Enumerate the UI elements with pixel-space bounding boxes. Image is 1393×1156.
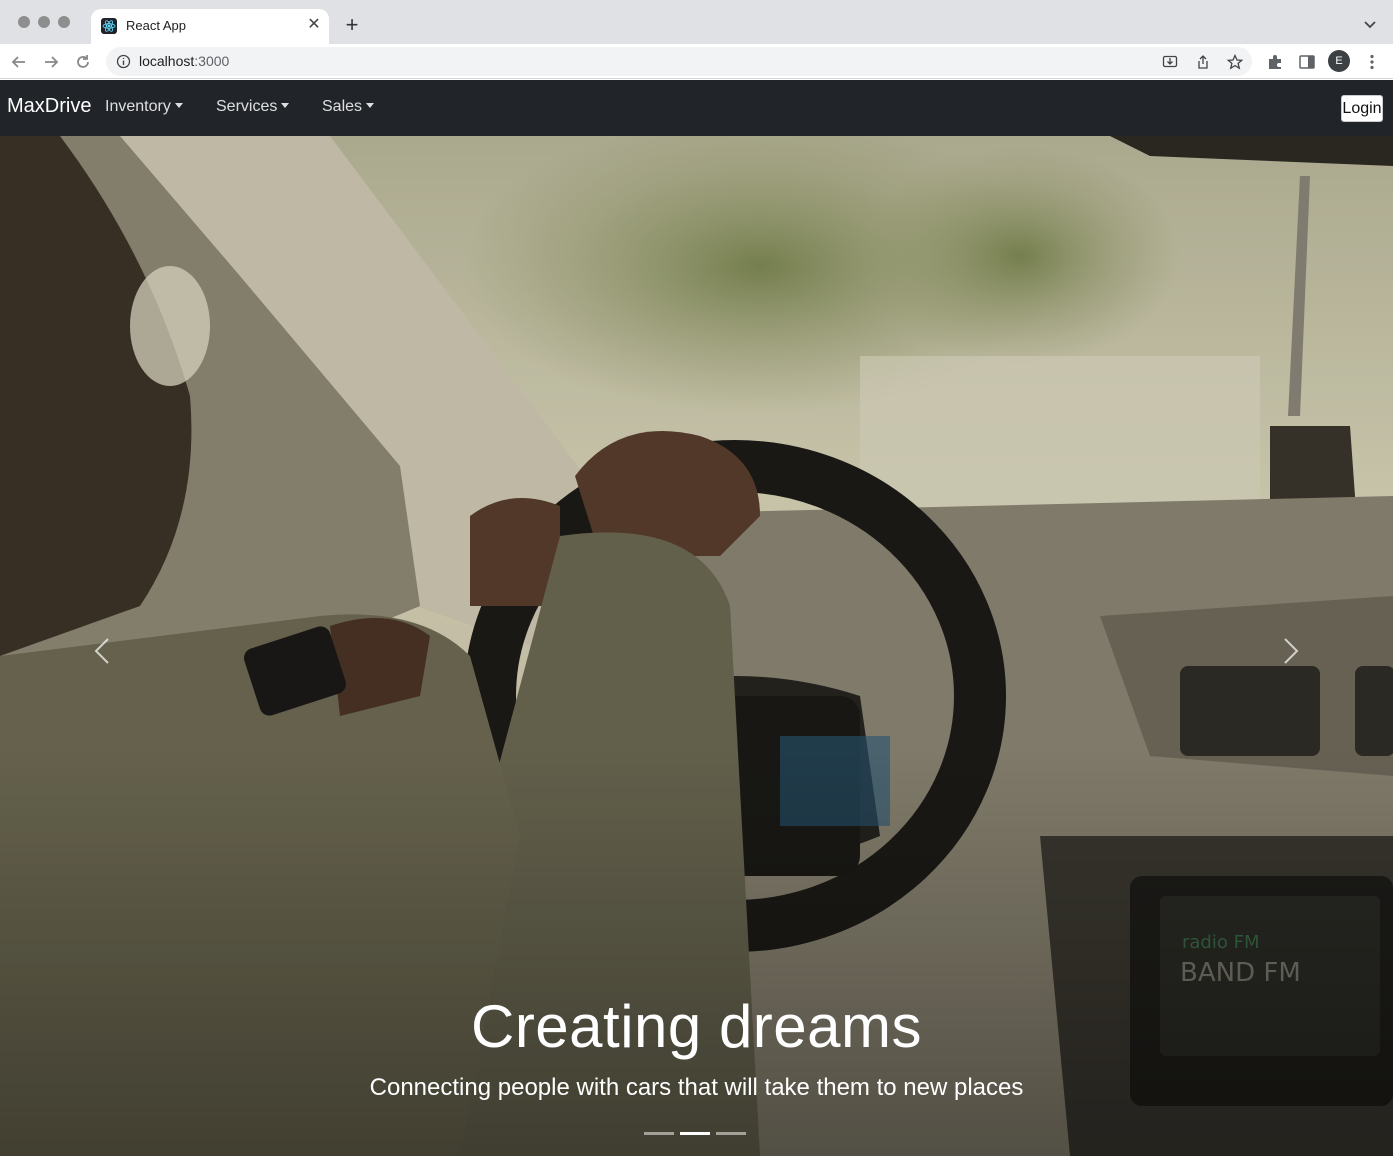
nav-services-label: Services [216,98,278,115]
nav-dropdown-services[interactable]: Services [216,98,290,116]
reload-icon[interactable] [72,51,94,73]
carousel-indicator-3[interactable] [716,1132,746,1135]
app-navbar: MaxDrive Inventory Services Sales Login [0,80,1393,136]
caret-down-icon [174,103,183,108]
nav-inventory-label: Inventory [105,98,171,115]
brand-link[interactable]: MaxDrive [7,95,91,118]
profile-avatar[interactable]: E [1328,50,1350,72]
url-port: :3000 [194,53,230,69]
carousel-caption-title: Creating dreams [470,993,923,1060]
url-text: localhost:3000 [139,53,229,69]
close-window-icon[interactable] [18,16,30,28]
new-tab-icon[interactable]: + [340,14,364,38]
minimize-window-icon[interactable] [38,16,50,28]
carousel-caption-text: Connecting people with cars that will ta… [369,1074,1024,1101]
carousel-next-icon[interactable] [1275,636,1305,666]
side-panel-icon[interactable] [1298,53,1316,71]
back-arrow-icon[interactable] [8,51,30,73]
react-favicon-icon [101,18,117,34]
carousel-prev-icon[interactable] [88,636,118,666]
forward-arrow-icon[interactable] [40,51,62,73]
nav-dropdown-inventory[interactable]: Inventory [105,98,183,116]
caret-down-icon [281,103,290,108]
bookmark-star-icon[interactable] [1226,53,1244,70]
browser-tab[interactable]: React App ✕ [91,9,329,44]
install-app-icon[interactable] [1162,54,1178,70]
more-options-icon[interactable] [1363,53,1381,71]
maximize-window-icon[interactable] [58,16,70,28]
nav-dropdown-sales[interactable]: Sales [322,98,375,116]
carousel-indicator-2[interactable] [680,1132,710,1135]
browser-toolbar: localhost:3000 E [0,44,1393,79]
nav-sales-label: Sales [322,98,363,115]
caret-down-icon [366,103,375,108]
site-info-icon[interactable] [116,54,131,69]
browser-tabstrip: React App ✕ + [0,0,1393,44]
address-bar[interactable]: localhost:3000 [106,47,1252,76]
share-icon[interactable] [1195,54,1211,70]
extensions-puzzle-icon[interactable] [1266,53,1284,71]
hero-carousel: BAND FM radio FM Creating dreams Connect… [0,136,1393,1156]
close-tab-icon[interactable]: ✕ [304,15,324,35]
carousel-indicator-1[interactable] [644,1132,674,1135]
tab-title: React App [126,18,186,33]
carousel-indicators [644,1132,746,1136]
login-button[interactable]: Login [1341,95,1383,122]
chevron-down-icon[interactable] [1360,14,1380,34]
url-host: localhost [139,53,195,69]
